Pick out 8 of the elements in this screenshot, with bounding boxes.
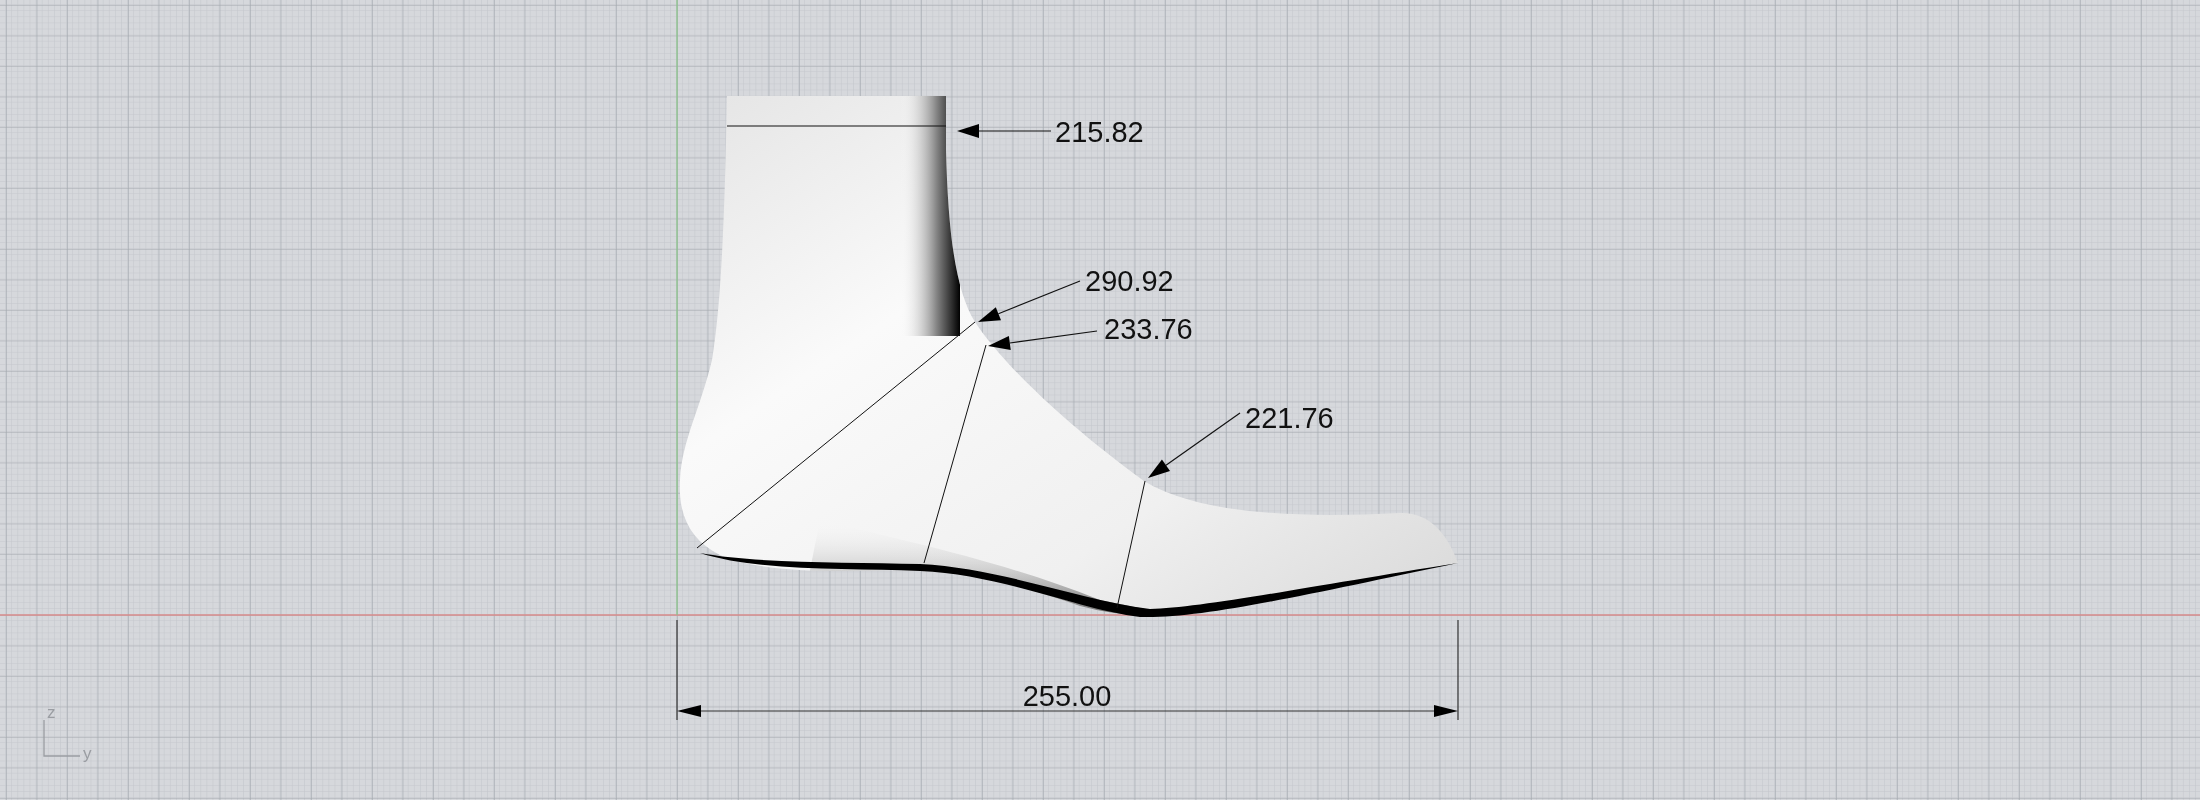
dimension-label: 290.92: [1085, 265, 1174, 297]
dimension-label: 233.76: [1104, 313, 1193, 345]
dimension-label: 255.00: [1022, 680, 1112, 712]
dimension-label: 215.82: [1055, 116, 1144, 148]
axis-label: z: [47, 703, 56, 722]
dimension-label: 221.76: [1245, 402, 1334, 434]
axis-icon: [43, 719, 81, 757]
axis-label: y: [83, 744, 92, 763]
